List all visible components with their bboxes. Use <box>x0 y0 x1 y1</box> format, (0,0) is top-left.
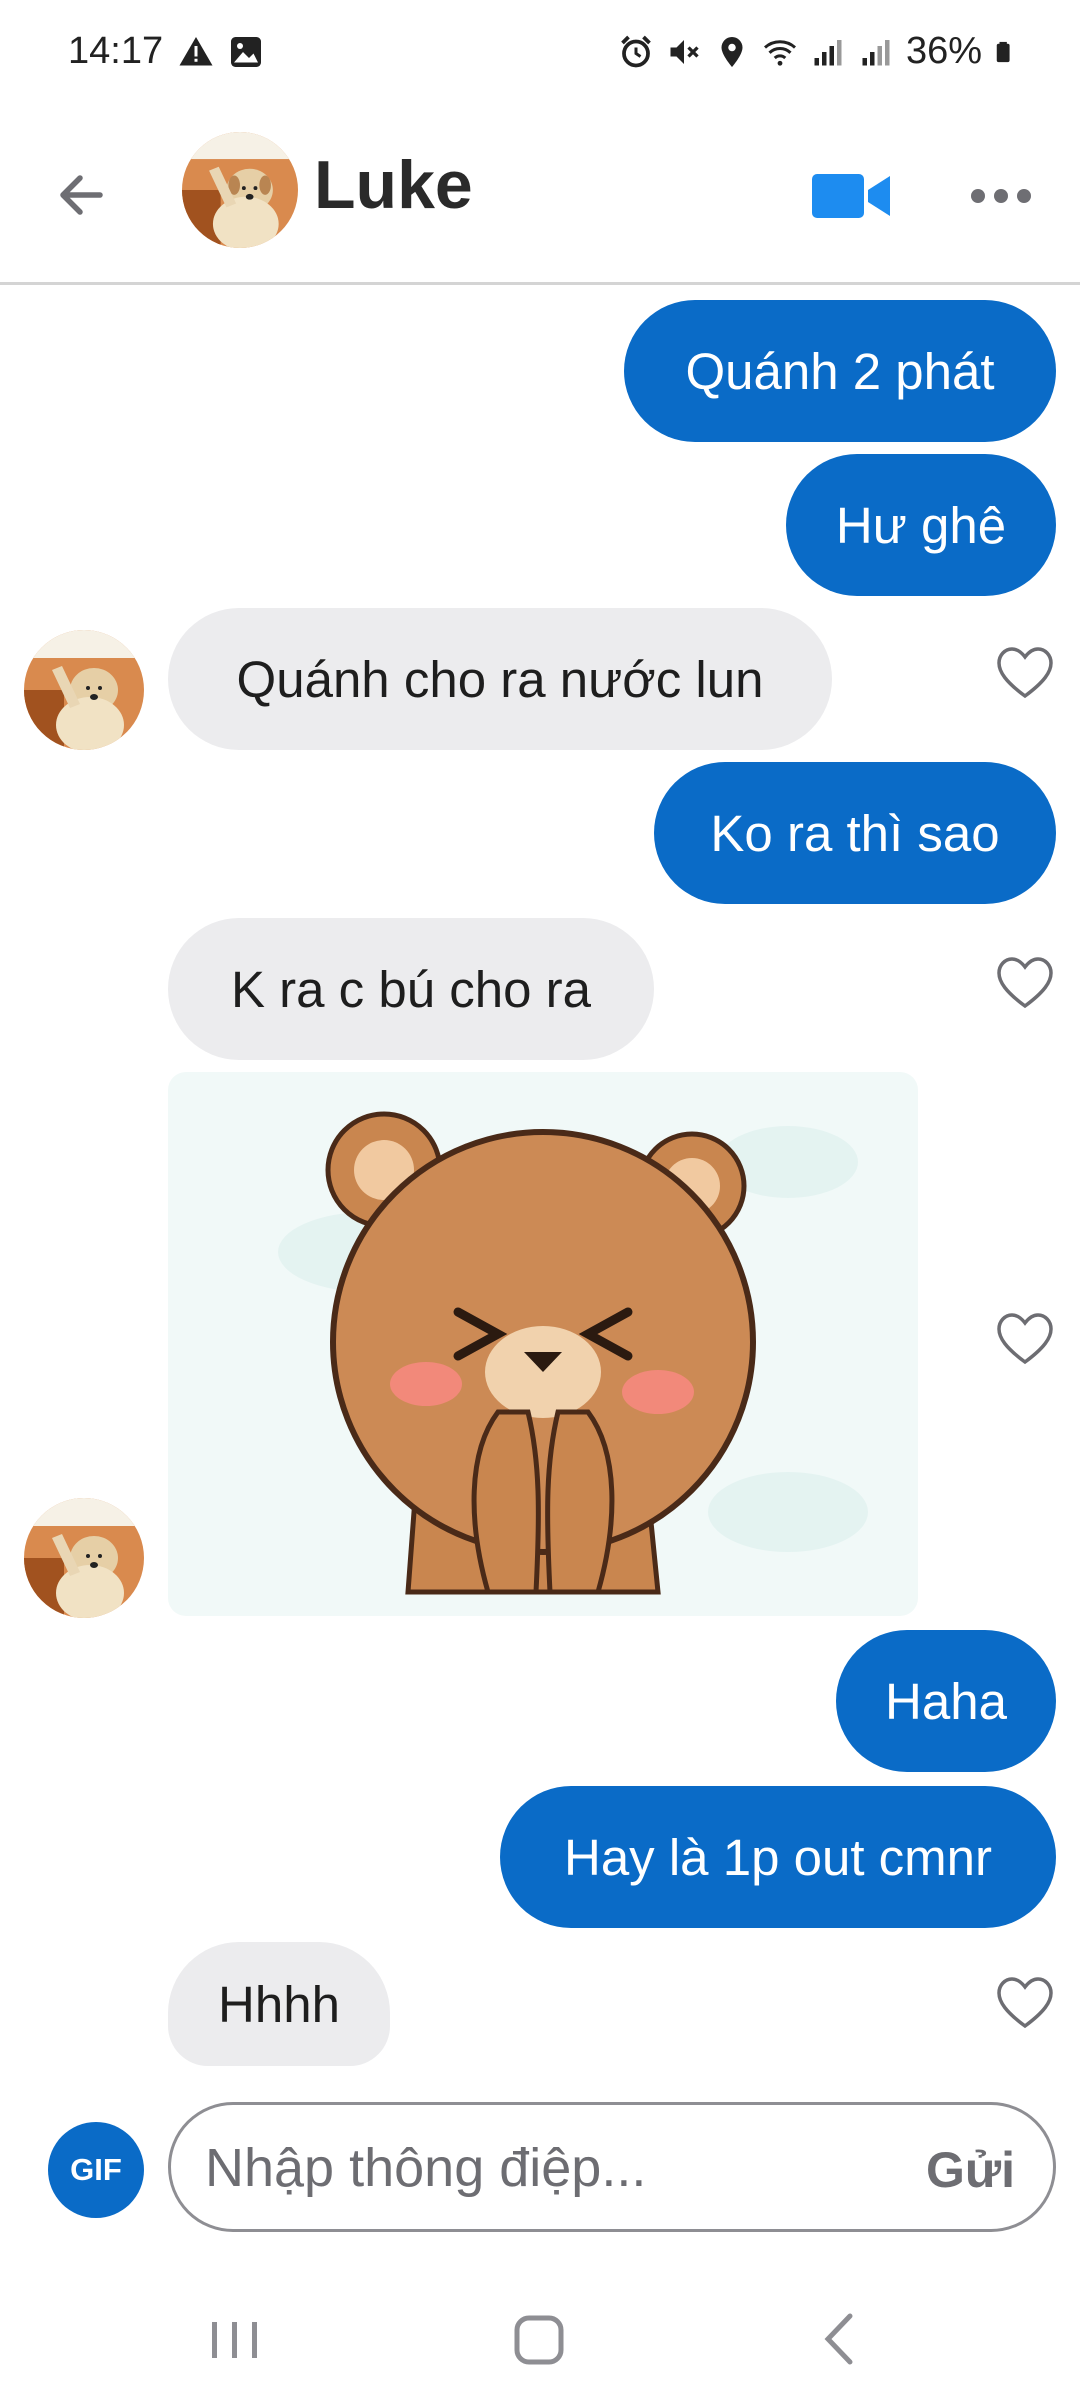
back-nav-icon[interactable] <box>796 2294 886 2384</box>
message-text: Hư ghê <box>835 496 1007 554</box>
message-bubble-outgoing[interactable]: Ko ra thì sao <box>654 762 1056 904</box>
home-icon[interactable] <box>494 2294 584 2384</box>
bear-sticker-message[interactable] <box>168 1072 918 1616</box>
message-bubble-outgoing[interactable]: Quánh 2 phát <box>624 300 1056 442</box>
mute-icon <box>670 39 699 64</box>
message-text: Haha <box>885 1672 1007 1730</box>
contact-avatar-small[interactable] <box>24 630 144 750</box>
dog-photo-icon <box>24 1498 144 1618</box>
message-input[interactable] <box>205 2131 885 2205</box>
like-heart-icon[interactable] <box>996 646 1054 700</box>
message-text: Quánh cho ra nước lun <box>236 650 764 708</box>
status-bar: 14:17 36% <box>0 0 1080 110</box>
message-bubble-outgoing[interactable]: Haha <box>836 1630 1056 1772</box>
status-left-icons <box>178 34 264 70</box>
dog-photo-icon <box>182 132 298 248</box>
contact-name[interactable]: Luke <box>314 146 473 224</box>
gif-label: GIF <box>70 2152 122 2187</box>
message-text: Hhhh <box>218 1975 340 2033</box>
message-bubble-outgoing[interactable]: Hay là 1p out cmnr <box>500 1786 1056 1928</box>
status-time: 14:17 <box>68 30 164 72</box>
gif-button[interactable]: GIF <box>48 2122 144 2218</box>
battery-icon <box>996 41 1010 62</box>
battery-percent: 36% <box>905 30 982 72</box>
message-bubble-incoming[interactable]: Hhhh <box>168 1942 390 2066</box>
status-right-icons: 36% <box>618 30 1016 73</box>
like-heart-icon[interactable] <box>996 1976 1054 2030</box>
video-call-icon[interactable] <box>808 160 894 230</box>
contact-avatar-small[interactable] <box>24 1498 144 1618</box>
location-icon <box>721 36 743 67</box>
more-options-icon[interactable] <box>966 166 1036 226</box>
signal-icon <box>862 39 890 65</box>
message-text: K ra c bú cho ra <box>230 960 591 1018</box>
chat-header: Luke <box>0 110 1080 285</box>
image-icon <box>231 37 261 67</box>
message-text: Hay là 1p out cmnr <box>563 1828 993 1886</box>
bear-blushing-sticker-icon <box>278 1111 868 1595</box>
message-bubble-outgoing[interactable]: Hư ghê <box>786 454 1056 596</box>
warning-icon <box>179 37 213 66</box>
system-navigation-bar <box>0 2274 1080 2400</box>
contact-avatar[interactable] <box>182 132 298 248</box>
message-composer: GIF Gửi <box>0 2074 1080 2274</box>
back-arrow-icon[interactable] <box>50 160 120 230</box>
wifi-icon <box>763 39 796 66</box>
alarm-icon <box>621 35 651 67</box>
message-text: Quánh 2 phát <box>685 342 995 400</box>
like-heart-icon[interactable] <box>996 1312 1054 1366</box>
signal-icon <box>814 39 842 65</box>
recent-apps-icon[interactable] <box>190 2294 280 2384</box>
message-input-box[interactable]: Gửi <box>168 2102 1056 2232</box>
like-heart-icon[interactable] <box>996 956 1054 1010</box>
dog-photo-icon <box>24 630 144 750</box>
message-bubble-incoming[interactable]: Quánh cho ra nước lun <box>168 608 832 750</box>
message-text: Ko ra thì sao <box>710 804 1000 862</box>
send-button[interactable]: Gửi <box>926 2141 1015 2199</box>
chat-screen: 14:17 36% Luke Quánh 2 phát Hư ghê Quánh… <box>0 0 1080 2400</box>
message-bubble-incoming[interactable]: K ra c bú cho ra <box>168 918 654 1060</box>
